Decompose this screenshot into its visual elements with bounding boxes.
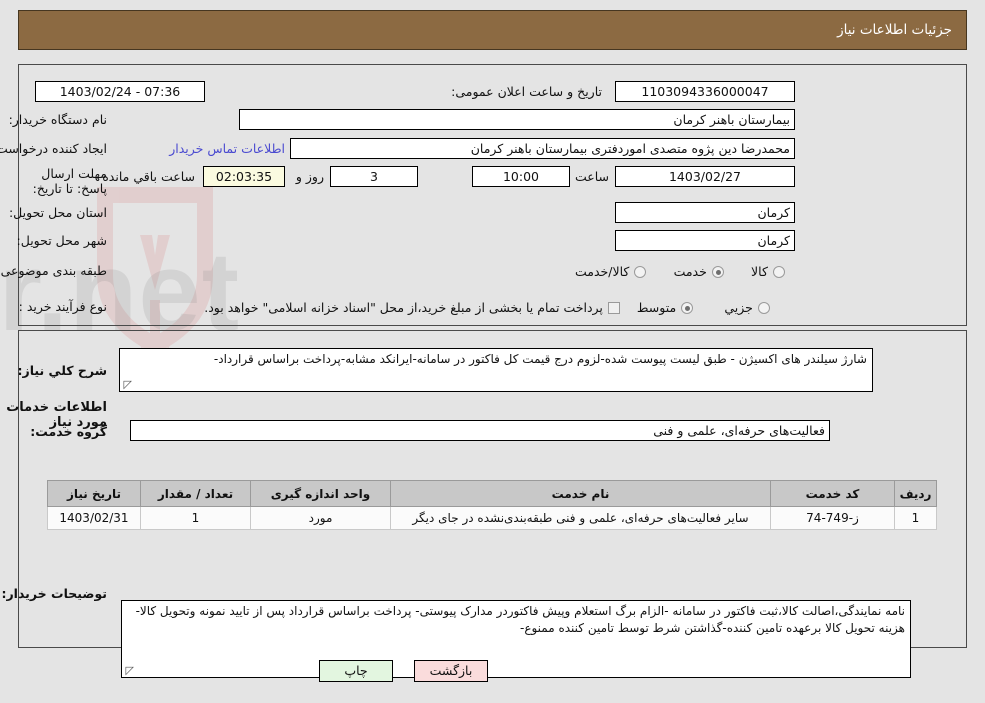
purchase-option-motavaset-label: متوسط	[636, 300, 677, 315]
treasury-checkbox-label: پرداخت تمام یا بخشی از مبلغ خرید،از محل …	[204, 300, 603, 315]
purchase-type-radio-group: جزیي متوسط	[637, 297, 770, 316]
cell-service-name: سایر فعالیت‌های حرفه‌ای، علمی و فنی طبقه…	[390, 506, 771, 530]
cell-service-code: ز-749-74	[770, 506, 895, 530]
services-table-wrap: ردیف کد خدمت نام خدمت واحد اندازه گیری ت…	[47, 480, 937, 530]
th-unit: واحد اندازه گیری	[250, 480, 391, 507]
public-announce-field: 07:36 - 1403/02/24	[35, 81, 205, 102]
category-label: طبقه بندی موضوعی:	[0, 263, 107, 278]
th-quantity: تعداد / مقدار	[140, 480, 251, 507]
page-root: ArtaTender.net جزئیات اطلاعات نیاز شماره…	[0, 0, 985, 703]
public-announce-label: تاریخ و ساعت اعلان عمومی:	[451, 84, 602, 99]
buyer-org-label: نام دستگاه خریدار:	[8, 112, 107, 127]
th-service-code: کد خدمت	[770, 480, 895, 507]
category-option-kala-khedmat-label: کالا/خدمت	[575, 264, 630, 279]
general-desc-textarea[interactable]: شارژ سیلندر های اکسیژن - طبق لیست پیوست …	[119, 348, 873, 392]
need-number-field: 1103094336000047	[615, 81, 795, 102]
resize-grip-icon-notes[interactable]: ◸	[124, 665, 134, 676]
deadline-time-field: 10:00	[472, 166, 570, 187]
requester-label: ایجاد کننده درخواست:	[0, 141, 107, 156]
print-button[interactable]: چاپ	[319, 660, 393, 682]
deadline-time-label: ساعت	[574, 169, 609, 184]
radio-kala-khedmat-icon[interactable]	[634, 266, 647, 278]
delivery-city-label: شهر محل تحویل:	[16, 233, 107, 248]
radio-jozei-icon[interactable]	[758, 302, 770, 314]
purchase-option-motavaset[interactable]: متوسط	[636, 297, 694, 316]
purchase-option-jozei[interactable]: جزیي	[719, 297, 770, 316]
category-option-khedmat[interactable]: خدمت	[668, 261, 724, 280]
treasury-checkbox-wrap[interactable]: پرداخت تمام یا بخشی از مبلغ خرید،از محل …	[204, 297, 620, 316]
general-desc-value: شارژ سیلندر های اکسیژن - طبق لیست پیوست …	[213, 352, 867, 366]
buyer-org-field: بیمارستان باهنر کرمان	[239, 109, 795, 130]
deadline-days-label: روز و	[295, 169, 324, 184]
purchase-type-label: نوع فرآیند خرید :	[18, 299, 107, 314]
th-row-no: ردیف	[894, 480, 937, 507]
cell-unit: مورد	[250, 506, 391, 530]
delivery-province-field: کرمان	[615, 202, 795, 223]
delivery-city-field: کرمان	[615, 230, 795, 251]
th-service-name: نام خدمت	[390, 480, 771, 507]
radio-khedmat-icon[interactable]	[711, 266, 724, 278]
cell-need-date: 1403/02/31	[47, 506, 141, 530]
buyer-contact-link[interactable]: اطلاعات تماس خریدار	[169, 141, 285, 156]
purchase-option-jozei-label: جزیي	[724, 300, 753, 315]
deadline-countdown-label: ساعت باقي مانده	[102, 169, 195, 184]
buyer-notes-value: نامه نمایندگی،اصالت کالا،ثبت فاکتور در س…	[135, 604, 905, 635]
general-desc-label: شرح کلي نیاز:	[17, 363, 107, 378]
buyer-notes-textarea[interactable]: نامه نمایندگی،اصالت کالا،ثبت فاکتور در س…	[121, 600, 911, 678]
table-row: 1 ز-749-74 سایر فعالیت‌های حرفه‌ای، علمی…	[47, 506, 937, 530]
cell-row-no: 1	[894, 506, 937, 530]
th-need-date: تاریخ نیاز	[47, 480, 141, 507]
radio-motavaset-icon[interactable]	[681, 302, 694, 314]
category-option-kala-label: کالا	[751, 264, 768, 279]
deadline-label: مهلت ارسال پاسخ: تا تاریخ:	[32, 166, 107, 196]
cell-quantity: 1	[140, 506, 251, 530]
service-group-field: فعالیت‌های حرفه‌ای، علمی و فنی	[130, 420, 830, 441]
deadline-date-field: 1403/02/27	[615, 166, 795, 187]
treasury-checkbox-icon[interactable]	[608, 302, 620, 314]
category-option-kala-khedmat[interactable]: کالا/خدمت	[575, 261, 647, 280]
back-button[interactable]: بازگشت	[414, 660, 488, 682]
need-info-panel	[18, 64, 967, 326]
deadline-countdown-field: 02:03:35	[203, 166, 285, 187]
service-group-label: گروه خدمت:	[30, 424, 107, 439]
services-table: ردیف کد خدمت نام خدمت واحد اندازه گیری ت…	[47, 480, 937, 530]
window-titlebar: جزئیات اطلاعات نیاز	[18, 10, 967, 50]
resize-grip-icon[interactable]: ◸	[122, 379, 132, 390]
page-title: جزئیات اطلاعات نیاز	[837, 22, 952, 38]
radio-kala-icon[interactable]	[773, 266, 785, 278]
requester-field: محمدرضا دین پژوه متصدی اموردفتری بیمارست…	[290, 138, 795, 159]
category-option-khedmat-label: خدمت	[673, 264, 707, 279]
services-table-header-row: ردیف کد خدمت نام خدمت واحد اندازه گیری ت…	[47, 480, 937, 507]
deadline-days-field: 3	[330, 166, 418, 187]
delivery-province-label: استان محل تحویل:	[8, 205, 107, 220]
buyer-notes-label: توضیحات خریدار:	[1, 586, 107, 601]
category-radio-group: کالا خدمت کالا/خدمت	[575, 261, 785, 280]
category-option-kala[interactable]: کالا	[746, 261, 785, 280]
